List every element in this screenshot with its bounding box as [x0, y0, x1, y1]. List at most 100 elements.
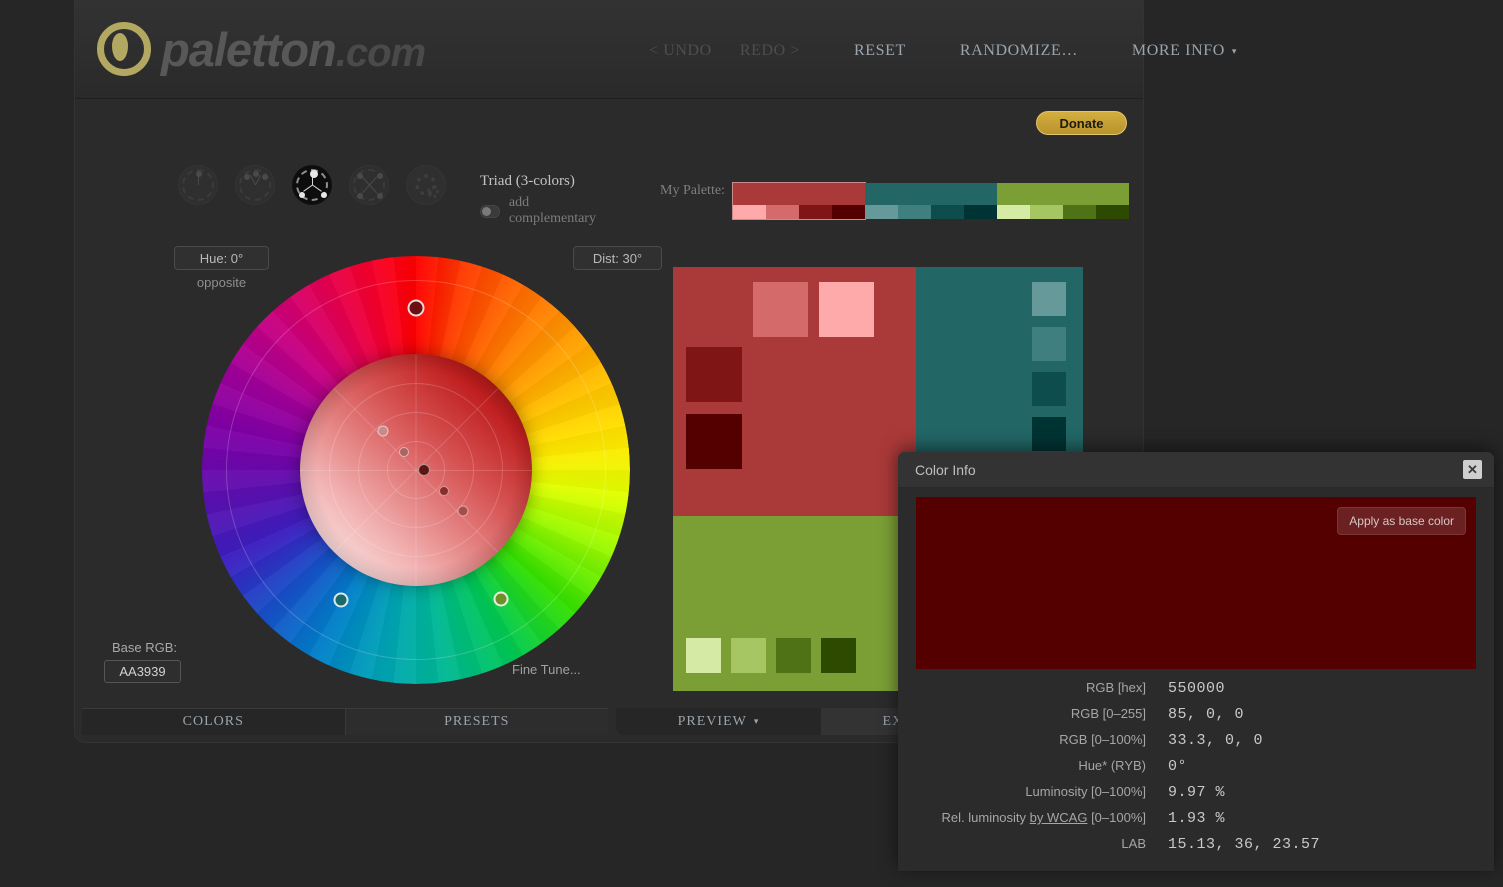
add-complementary-label: add complementary: [508, 195, 596, 226]
app-header: paletton.com < UNDO REDO > RESET RANDOMI…: [75, 0, 1236, 99]
palette-sub-swatch[interactable]: [799, 205, 832, 219]
palette-main-swatch[interactable]: [997, 183, 1129, 205]
close-icon[interactable]: ✕: [1463, 460, 1482, 479]
preview-swatch[interactable]: [686, 414, 742, 469]
wcag-link[interactable]: by WCAG: [1030, 810, 1088, 825]
palette-sub-swatches: [997, 205, 1129, 219]
color-info-row: RGB [hex] 550000: [898, 680, 1494, 706]
chevron-down-icon: ▾: [1231, 45, 1238, 56]
palette-sub-swatches: [865, 205, 997, 219]
preview-swatch[interactable]: [776, 638, 811, 673]
preview-swatch[interactable]: [1032, 372, 1066, 406]
color-info-row: Hue* (RYB) 0°: [898, 758, 1494, 784]
paletton-logo-icon: [97, 22, 151, 76]
palette-sub-swatch[interactable]: [1030, 205, 1063, 219]
palette-sub-swatch[interactable]: [865, 205, 898, 219]
palette-sub-swatch[interactable]: [931, 205, 964, 219]
tab-presets[interactable]: PRESETS: [344, 709, 608, 735]
color-info-row: Rel. luminosity by WCAG [0–100%] 1.93 %: [898, 810, 1494, 836]
preview-swatch[interactable]: [1032, 327, 1066, 361]
disc-grid: [300, 354, 532, 586]
palette-sub-swatch[interactable]: [997, 205, 1030, 219]
wheel-shade-handle[interactable]: [418, 464, 431, 477]
nav-undo[interactable]: < UNDO: [635, 38, 726, 64]
chevron-down-icon: ▾: [753, 716, 760, 726]
fine-tune-link[interactable]: Fine Tune...: [512, 662, 581, 677]
scheme-icon-adjacent[interactable]: [235, 165, 275, 205]
color-info-label: Luminosity [0–100%]: [1025, 784, 1146, 799]
wheel-shade-handle[interactable]: [399, 447, 410, 458]
left-tab-bar: COLORS PRESETS: [82, 708, 608, 735]
preview-swatch[interactable]: [819, 282, 874, 337]
dialog-title: Color Info: [915, 461, 976, 478]
add-complementary-row: add complementary: [480, 195, 608, 227]
scheme-icon-triad[interactable]: [292, 165, 332, 205]
preview-swatch[interactable]: [1032, 282, 1066, 316]
logo-word: paletton: [161, 22, 337, 76]
base-rgb-input[interactable]: AA3939: [104, 660, 181, 683]
color-info-row: Luminosity [0–100%] 9.97 %: [898, 784, 1494, 810]
scheme-icon-monochromatic[interactable]: [178, 165, 218, 205]
preview-swatch[interactable]: [1032, 417, 1066, 451]
color-info-value: 85, 0, 0: [1168, 706, 1245, 723]
color-wheel[interactable]: [202, 256, 630, 684]
my-palette-strip[interactable]: [732, 182, 1129, 220]
logo-domain: .com: [335, 30, 426, 75]
preview-block-red[interactable]: [673, 267, 916, 516]
palette-group[interactable]: [865, 183, 997, 219]
wheel-hue-handle[interactable]: [407, 299, 425, 317]
add-complementary-toggle[interactable]: [480, 204, 500, 218]
paletton-logo[interactable]: paletton.com: [97, 22, 426, 76]
preview-block-green[interactable]: [673, 516, 916, 691]
color-info-table: RGB [hex] 550000 RGB [0–255] 85, 0, 0 RGB [0…: [898, 680, 1494, 862]
palette-sub-swatch[interactable]: [964, 205, 997, 219]
preview-swatch[interactable]: [821, 638, 856, 673]
nav-randomize[interactable]: RANDOMIZE…: [946, 38, 1092, 64]
tab-preview[interactable]: PREVIEW ▾: [616, 708, 821, 735]
preview-swatch[interactable]: [731, 638, 766, 673]
tab-preview-label: PREVIEW: [677, 713, 747, 729]
tab-colors[interactable]: COLORS: [82, 709, 345, 735]
palette-main-swatch[interactable]: [733, 183, 865, 205]
dialog-header: Color Info ✕: [898, 452, 1494, 488]
wheel-shade-handle[interactable]: [438, 486, 449, 497]
wheel-hue-handle[interactable]: [493, 591, 509, 607]
palette-sub-swatch[interactable]: [898, 205, 931, 219]
palette-sub-swatch[interactable]: [1063, 205, 1096, 219]
color-info-value: 0°: [1168, 758, 1188, 775]
wheel-shade-handle[interactable]: [457, 505, 469, 517]
preview-swatch[interactable]: [753, 282, 808, 337]
nav-redo[interactable]: REDO >: [726, 38, 814, 64]
wheel-shade-handle[interactable]: [377, 425, 389, 437]
nav-reset[interactable]: RESET: [840, 38, 920, 64]
palette-sub-swatch[interactable]: [1096, 205, 1129, 219]
color-info-label: Hue* (RYB): [1078, 758, 1146, 773]
donate-button[interactable]: Donate: [1036, 111, 1127, 135]
color-info-value: 9.97 %: [1168, 784, 1226, 801]
palette-group[interactable]: [732, 182, 866, 220]
color-info-row: RGB [0–255] 85, 0, 0: [898, 706, 1494, 732]
palette-sub-swatch[interactable]: [832, 205, 865, 219]
palette-sub-swatch[interactable]: [733, 205, 766, 219]
palette-sub-swatch[interactable]: [766, 205, 799, 219]
palette-group[interactable]: [997, 183, 1129, 219]
apply-as-base-color-button[interactable]: Apply as base color: [1337, 507, 1466, 535]
nav-more-info[interactable]: MORE INFO ▾: [1118, 38, 1251, 64]
color-swatch-large: Apply as base color: [916, 497, 1476, 669]
scheme-type-selector: [178, 165, 446, 205]
my-palette-label: My Palette:: [660, 183, 725, 198]
palette-main-swatch[interactable]: [865, 183, 997, 205]
scheme-icon-free-style[interactable]: [406, 165, 446, 205]
preview-swatch[interactable]: [686, 638, 721, 673]
preview-swatch[interactable]: [686, 347, 742, 402]
color-info-dialog: Color Info ✕ Apply as base color RGB [he…: [898, 452, 1494, 871]
palette-sub-swatches: [733, 205, 865, 219]
saturation-brightness-disc[interactable]: [300, 354, 532, 586]
color-info-label: RGB [0–100%]: [1059, 732, 1146, 747]
color-info-row: RGB [0–100%] 33.3, 0, 0: [898, 732, 1494, 758]
scheme-icon-tetrad[interactable]: [349, 165, 389, 205]
scheme-title: Triad (3-colors): [480, 173, 575, 189]
wheel-hue-handle[interactable]: [333, 592, 349, 608]
logo-text: paletton.com: [161, 22, 426, 76]
color-info-label: RGB [0–255]: [1070, 706, 1146, 721]
